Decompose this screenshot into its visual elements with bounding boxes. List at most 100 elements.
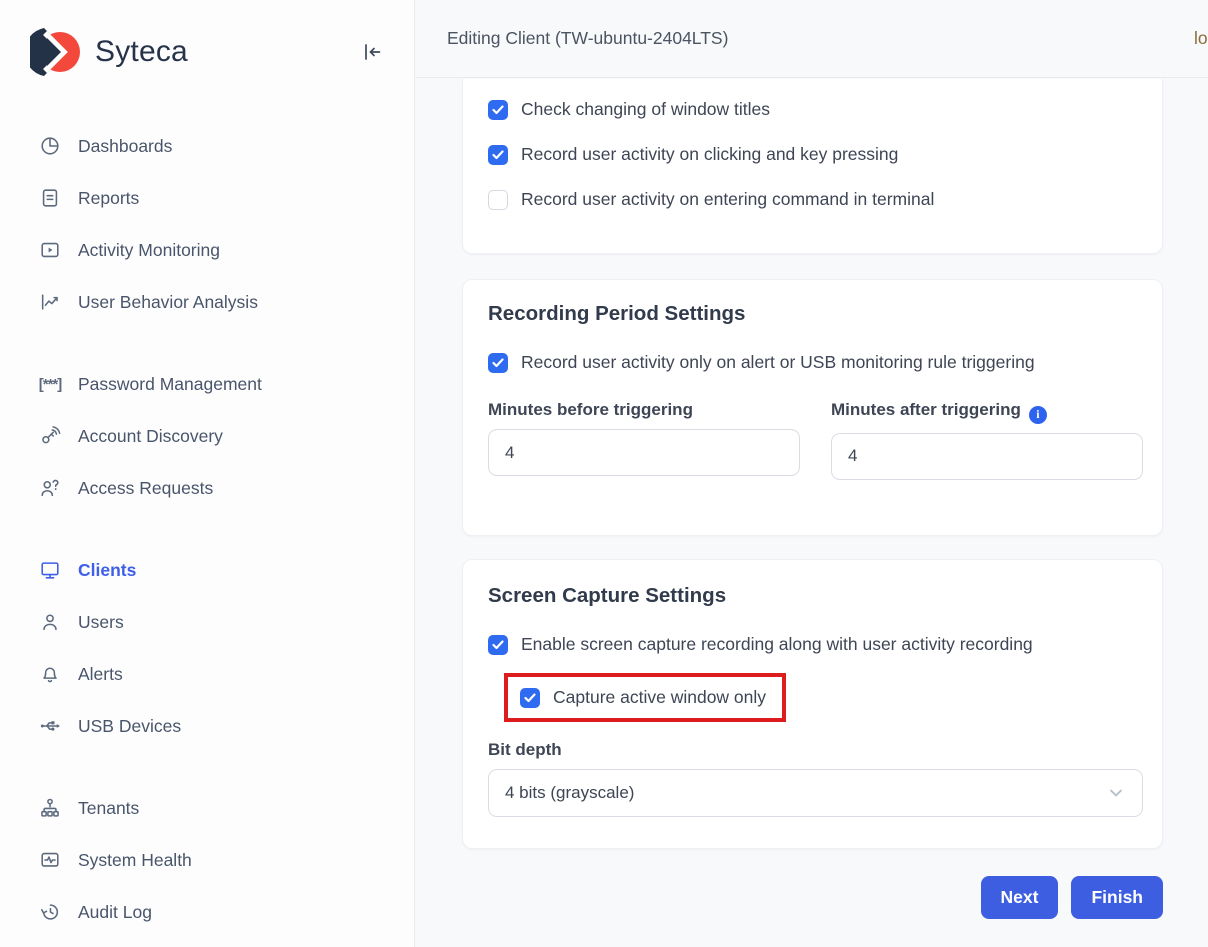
alerts-icon bbox=[38, 662, 62, 686]
app-window: Syteca Dashboards bbox=[0, 0, 1208, 947]
sidebar-item-account-discovery[interactable]: Account Discovery bbox=[0, 410, 414, 462]
bit-depth-select[interactable]: 4 bits (grayscale) bbox=[488, 769, 1143, 817]
activity-monitoring-icon bbox=[38, 238, 62, 262]
sidebar-item-label: Audit Log bbox=[78, 902, 152, 923]
sidebar-item-user-behavior-analysis[interactable]: User Behavior Analysis bbox=[0, 276, 414, 328]
nav-group-system: Tenants System Health Audit Log bbox=[0, 782, 414, 938]
general-settings-card: Check changing of window titles Record u… bbox=[462, 79, 1163, 254]
sidebar: Syteca Dashboards bbox=[0, 0, 415, 947]
checkbox-label: Check changing of window titles bbox=[521, 99, 770, 120]
user-behavior-analysis-icon bbox=[38, 290, 62, 314]
audit-log-icon bbox=[38, 900, 62, 924]
header-right-clipped-text[interactable]: lo bbox=[1194, 28, 1208, 49]
minutes-after-label: Minutes after triggeringi bbox=[831, 400, 1143, 424]
sidebar-item-clients[interactable]: Clients bbox=[0, 544, 414, 596]
sidebar-item-label: User Behavior Analysis bbox=[78, 292, 258, 313]
sidebar-item-usb-devices[interactable]: USB Devices bbox=[0, 700, 414, 752]
card-title: Recording Period Settings bbox=[488, 302, 1137, 326]
minutes-fields-row: Minutes before triggering Minutes after … bbox=[488, 400, 1137, 480]
password-management-icon: [***] bbox=[38, 372, 62, 396]
recording-period-settings-card: Recording Period Settings Record user ac… bbox=[462, 279, 1163, 536]
wizard-actions: Next Finish bbox=[462, 876, 1163, 919]
record-on-trigger-checkbox[interactable] bbox=[488, 353, 508, 373]
finish-button[interactable]: Finish bbox=[1071, 876, 1163, 919]
users-icon bbox=[38, 610, 62, 634]
page-header: Editing Client (TW-ubuntu-2404LTS) lo bbox=[416, 0, 1208, 78]
sidebar-item-label: Tenants bbox=[78, 798, 139, 819]
checkbox-label: Record user activity on entering command… bbox=[521, 189, 934, 210]
sidebar-item-reports[interactable]: Reports bbox=[0, 172, 414, 224]
bit-depth-label: Bit depth bbox=[488, 740, 1137, 760]
record-click-keypress-checkbox[interactable] bbox=[488, 145, 508, 165]
sidebar-item-label: System Health bbox=[78, 850, 192, 871]
nav-group-endpoints: Clients Users Alerts bbox=[0, 544, 414, 752]
chevron-down-icon bbox=[1106, 783, 1126, 803]
nav-group-pam: [***] Password Management Account Discov… bbox=[0, 358, 414, 514]
record-terminal-command-checkbox[interactable] bbox=[488, 190, 508, 210]
brand-name: Syteca bbox=[95, 35, 188, 69]
dashboards-icon bbox=[38, 134, 62, 158]
page-title: Editing Client (TW-ubuntu-2404LTS) bbox=[447, 28, 728, 49]
checkbox-row-enable-screen-capture: Enable screen capture recording along wi… bbox=[488, 634, 1137, 655]
minutes-before-label: Minutes before triggering bbox=[488, 400, 800, 420]
screen-capture-settings-card: Screen Capture Settings Enable screen ca… bbox=[462, 559, 1163, 849]
checkbox-label: Enable screen capture recording along wi… bbox=[521, 634, 1033, 655]
checkbox-label: Record user activity on clicking and key… bbox=[521, 144, 898, 165]
sidebar-item-audit-log[interactable]: Audit Log bbox=[0, 886, 414, 938]
capture-active-window-checkbox[interactable] bbox=[520, 688, 540, 708]
checkbox-row-capture-active-window: Capture active window only bbox=[520, 687, 766, 708]
sidebar-item-label: Users bbox=[78, 612, 124, 633]
sidebar-item-label: Access Requests bbox=[78, 478, 213, 499]
minutes-before-input[interactable] bbox=[488, 429, 800, 476]
minutes-after-field: Minutes after triggeringi bbox=[831, 400, 1143, 480]
bit-depth-selected-value: 4 bits (grayscale) bbox=[505, 783, 634, 803]
checkmark-icon bbox=[492, 358, 504, 368]
tenants-icon bbox=[38, 796, 62, 820]
sidebar-item-label: Clients bbox=[78, 560, 136, 581]
sidebar-item-tenants[interactable]: Tenants bbox=[0, 782, 414, 834]
sidebar-item-label: Password Management bbox=[78, 374, 262, 395]
sidebar-item-alerts[interactable]: Alerts bbox=[0, 648, 414, 700]
sidebar-item-label: Alerts bbox=[78, 664, 123, 685]
sidebar-item-label: Dashboards bbox=[78, 136, 172, 157]
collapse-sidebar-icon[interactable] bbox=[358, 39, 384, 65]
checkbox-label: Record user activity only on alert or US… bbox=[521, 352, 1035, 373]
checkbox-label: Capture active window only bbox=[553, 687, 766, 708]
clients-icon bbox=[38, 558, 62, 582]
main-content: Check changing of window titles Record u… bbox=[416, 79, 1208, 947]
brand-logo: Syteca bbox=[30, 26, 188, 78]
sidebar-item-activity-monitoring[interactable]: Activity Monitoring bbox=[0, 224, 414, 276]
checkmark-icon bbox=[524, 693, 536, 703]
nav-group-analytics: Dashboards Reports Activity Monitoring bbox=[0, 120, 414, 328]
access-requests-icon bbox=[38, 476, 62, 500]
sidebar-item-password-management[interactable]: [***] Password Management bbox=[0, 358, 414, 410]
sidebar-item-label: USB Devices bbox=[78, 716, 181, 737]
usb-devices-icon bbox=[38, 714, 62, 738]
sidebar-item-label: Account Discovery bbox=[78, 426, 223, 447]
sidebar-header: Syteca bbox=[0, 0, 414, 78]
sidebar-item-label: Activity Monitoring bbox=[78, 240, 220, 261]
checkmark-icon bbox=[492, 640, 504, 650]
sidebar-nav: Dashboards Reports Activity Monitoring bbox=[0, 120, 414, 938]
sidebar-item-dashboards[interactable]: Dashboards bbox=[0, 120, 414, 172]
sidebar-item-label: Reports bbox=[78, 188, 139, 209]
minutes-before-field: Minutes before triggering bbox=[488, 400, 800, 480]
checkbox-row-record-on-trigger: Record user activity only on alert or US… bbox=[488, 352, 1137, 373]
minutes-after-input[interactable] bbox=[831, 433, 1143, 480]
reports-icon bbox=[38, 186, 62, 210]
syteca-logo-icon bbox=[30, 26, 82, 78]
checkmark-icon bbox=[492, 105, 504, 115]
sidebar-item-system-health[interactable]: System Health bbox=[0, 834, 414, 886]
enable-screen-capture-checkbox[interactable] bbox=[488, 635, 508, 655]
sidebar-item-users[interactable]: Users bbox=[0, 596, 414, 648]
check-window-titles-checkbox[interactable] bbox=[488, 100, 508, 120]
info-icon[interactable]: i bbox=[1029, 406, 1047, 424]
account-discovery-icon bbox=[38, 424, 62, 448]
checkmark-icon bbox=[492, 150, 504, 160]
checkbox-row-terminal-command: Record user activity on entering command… bbox=[488, 189, 1137, 210]
checkbox-row-click-keypress: Record user activity on clicking and key… bbox=[488, 144, 1137, 165]
checkbox-row-window-titles: Check changing of window titles bbox=[488, 99, 1137, 120]
next-button[interactable]: Next bbox=[981, 876, 1059, 919]
system-health-icon bbox=[38, 848, 62, 872]
sidebar-item-access-requests[interactable]: Access Requests bbox=[0, 462, 414, 514]
